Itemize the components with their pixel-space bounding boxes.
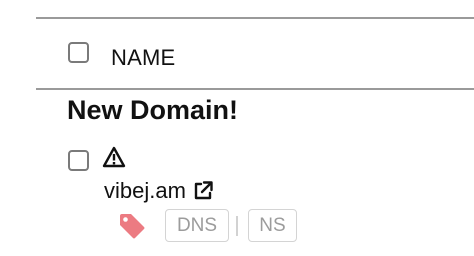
- external-link-icon[interactable]: [192, 180, 214, 202]
- column-header-name[interactable]: NAME: [111, 45, 175, 71]
- domains-table: NAME New Domain! vibej.am DNS NS: [0, 0, 474, 256]
- warning-triangle-icon: [102, 146, 126, 168]
- header-divider: [36, 88, 474, 90]
- tag-icon[interactable]: [118, 213, 146, 239]
- table-top-divider: [36, 17, 474, 19]
- domain-name-link[interactable]: vibej.am: [104, 178, 186, 204]
- row-select-checkbox[interactable]: [68, 150, 89, 171]
- select-all-checkbox[interactable]: [68, 42, 89, 63]
- chip-separator: [236, 216, 238, 236]
- group-heading: New Domain!: [67, 95, 239, 125]
- dns-chip[interactable]: DNS: [165, 209, 229, 242]
- ns-chip[interactable]: NS: [248, 209, 297, 242]
- domain-cell: vibej.am: [104, 178, 214, 204]
